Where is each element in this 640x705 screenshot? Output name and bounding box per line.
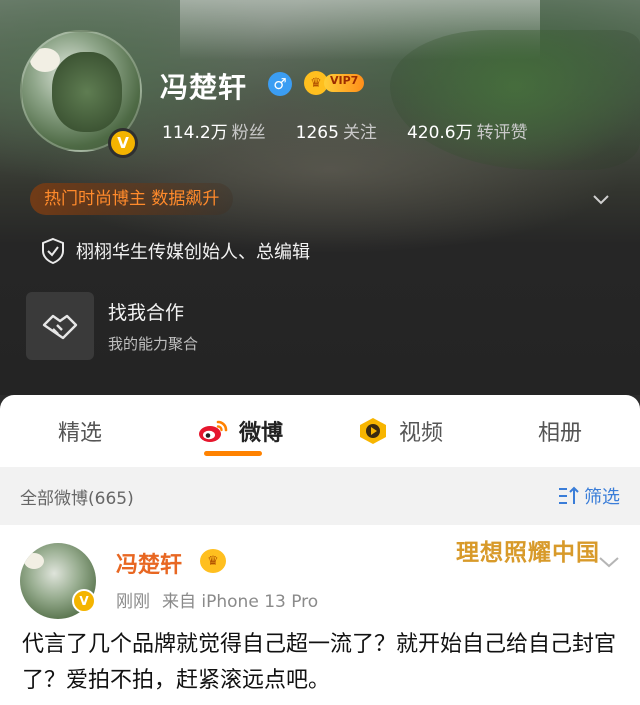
stat-fans-label: 粉丝	[231, 123, 266, 143]
cooperation-title: 找我合作	[108, 302, 185, 324]
tab-album[interactable]: 相册	[480, 395, 640, 467]
chevron-down-icon[interactable]	[592, 190, 610, 208]
chevron-down-icon[interactable]	[598, 555, 620, 569]
cooperation-card[interactable]: 找我合作 我的能力聚合	[26, 292, 326, 360]
filter-button[interactable]: 筛选	[558, 483, 620, 509]
stat-fans-number: 114.2万	[162, 123, 228, 143]
hot-blogger-tag[interactable]: 热门时尚博主 数据飙升	[30, 183, 234, 215]
stat-following-number: 1265	[295, 123, 339, 143]
profile-stats: 114.2万 粉丝 1265 关注 420.6万 转评赞	[162, 118, 558, 143]
tab-video[interactable]: 视频	[320, 395, 480, 467]
avatar-bunny	[30, 48, 60, 72]
certification-text: 栩栩华生传媒创始人、总编辑	[76, 242, 310, 263]
shield-check-icon	[42, 237, 64, 265]
weibo-logo-icon	[197, 417, 229, 445]
active-tab-indicator	[204, 451, 262, 456]
tab-weibo[interactable]: 微博	[160, 395, 320, 467]
background-trees	[390, 30, 640, 170]
tab-video-label: 视频	[398, 421, 443, 446]
verified-v-icon: V	[72, 589, 96, 613]
stat-interactions-number: 420.6万	[406, 123, 473, 143]
filter-bar: 全部微博(665) 筛选	[0, 467, 640, 525]
handshake-icon	[26, 292, 94, 360]
post-author[interactable]: 冯楚轩	[116, 547, 182, 579]
post-time: 刚刚	[116, 592, 150, 612]
post-meta: 刚刚 来自 iPhone 13 Pro	[116, 587, 318, 612]
all-weibo-count: 全部微博(665)	[20, 488, 134, 509]
weibo-post: V 冯楚轩 ♛ 刚刚 来自 iPhone 13 Pro 理想照耀中国 代言了几个品…	[0, 525, 640, 705]
tab-featured-label: 精选	[57, 421, 102, 446]
vip-level: VIP7	[324, 74, 365, 92]
male-icon: ♂	[268, 72, 292, 96]
tab-album-label: 相册	[537, 421, 582, 446]
content-tabs: 精选 微博 视频 相册	[0, 395, 640, 467]
filter-icon	[559, 486, 579, 504]
stat-following[interactable]: 1265 关注	[296, 118, 377, 143]
stat-fans[interactable]: 114.2万 粉丝	[162, 118, 266, 143]
profile-header: V 冯楚轩 ♂ ♛ VIP7 114.2万 粉丝 1265 关注 420.6万 转评赞…	[0, 0, 640, 395]
avatar-tree	[52, 52, 122, 132]
cooperation-subtitle: 我的能力聚合	[108, 335, 199, 353]
vip-badge[interactable]: ♛ VIP7	[304, 70, 365, 96]
filter-label: 筛选	[584, 487, 620, 508]
tab-weibo-label: 微博	[238, 421, 283, 446]
certification-row: 栩栩华生传媒创始人、总编辑	[40, 236, 310, 266]
crown-icon: ♛	[200, 549, 226, 573]
avatar-bunny	[24, 553, 44, 569]
stat-interactions-label: 转评赞	[476, 123, 528, 143]
profile-name: 冯楚轩	[160, 71, 248, 104]
verified-v-icon: V	[108, 128, 138, 158]
stat-following-label: 关注	[342, 123, 377, 143]
tab-featured[interactable]: 精选	[0, 395, 160, 467]
post-source: 来自 iPhone 13 Pro	[162, 592, 319, 612]
stat-interactions[interactable]: 420.6万 转评赞	[407, 118, 528, 143]
post-text: 代言了几个品牌就觉得自己超一流了？就开始自己给自己封官了？爱拍不拍，赶紧滚远点吧…	[22, 632, 617, 693]
video-play-icon	[357, 416, 389, 446]
watermark-text: 理想照耀中国	[456, 539, 600, 566]
